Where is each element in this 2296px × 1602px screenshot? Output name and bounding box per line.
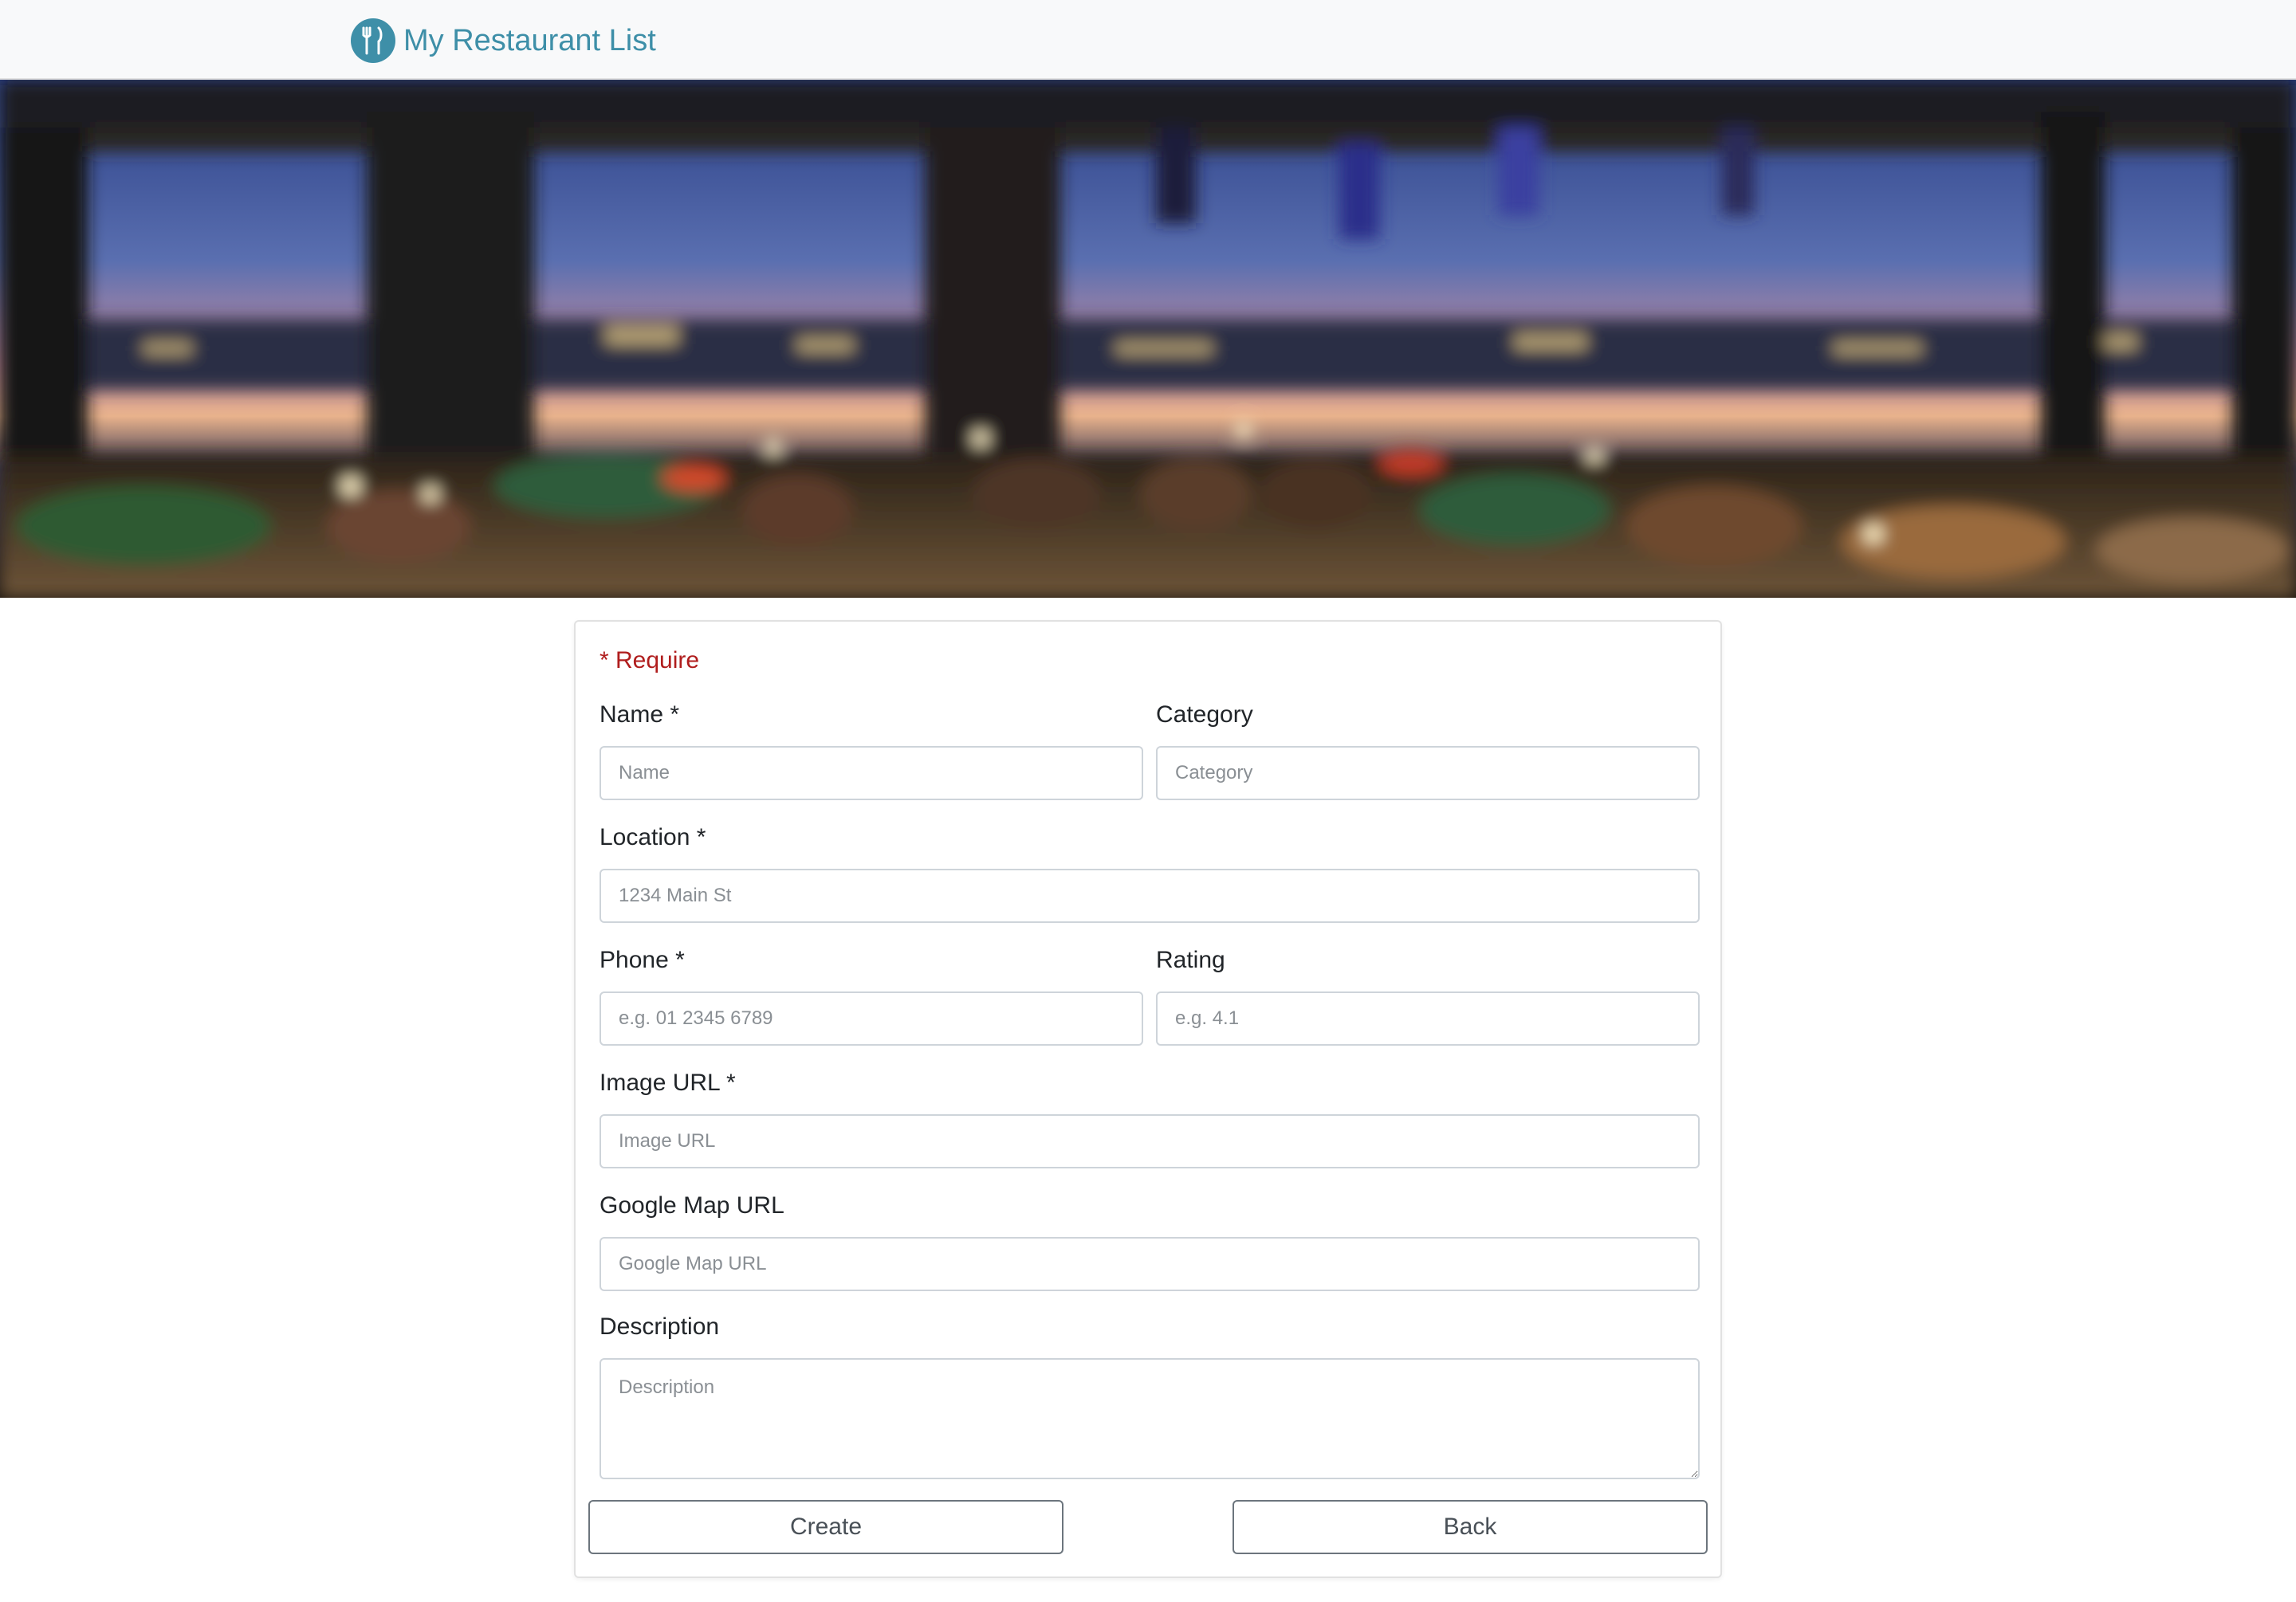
restaurant-form-card: * Require Name * Category Location * Pho… [574,620,1722,1578]
name-label: Name * [600,701,680,728]
create-button[interactable]: Create [588,1500,1063,1554]
category-input[interactable] [1156,746,1700,800]
brand-link[interactable]: My Restaurant List [351,18,656,64]
location-input[interactable] [600,869,1700,923]
rating-label: Rating [1156,947,1225,973]
rating-input[interactable] [1156,991,1700,1046]
require-note: * Require [600,647,700,673]
brand-text: My Restaurant List [403,23,656,57]
google-map-url-input[interactable] [600,1237,1700,1291]
phone-label: Phone * [600,947,685,973]
name-input[interactable] [600,746,1143,800]
banner-image [0,80,2296,598]
location-label: Location * [600,824,706,850]
back-button[interactable]: Back [1233,1500,1708,1554]
image-url-input[interactable] [600,1114,1700,1168]
google-map-url-label: Google Map URL [600,1192,784,1219]
phone-input[interactable] [600,991,1143,1046]
description-textarea[interactable] [600,1358,1700,1479]
category-label: Category [1156,701,1253,728]
utensils-icon [351,18,395,63]
image-url-label: Image URL * [600,1070,736,1096]
description-label: Description [600,1313,720,1340]
navbar: My Restaurant List [0,0,2296,80]
